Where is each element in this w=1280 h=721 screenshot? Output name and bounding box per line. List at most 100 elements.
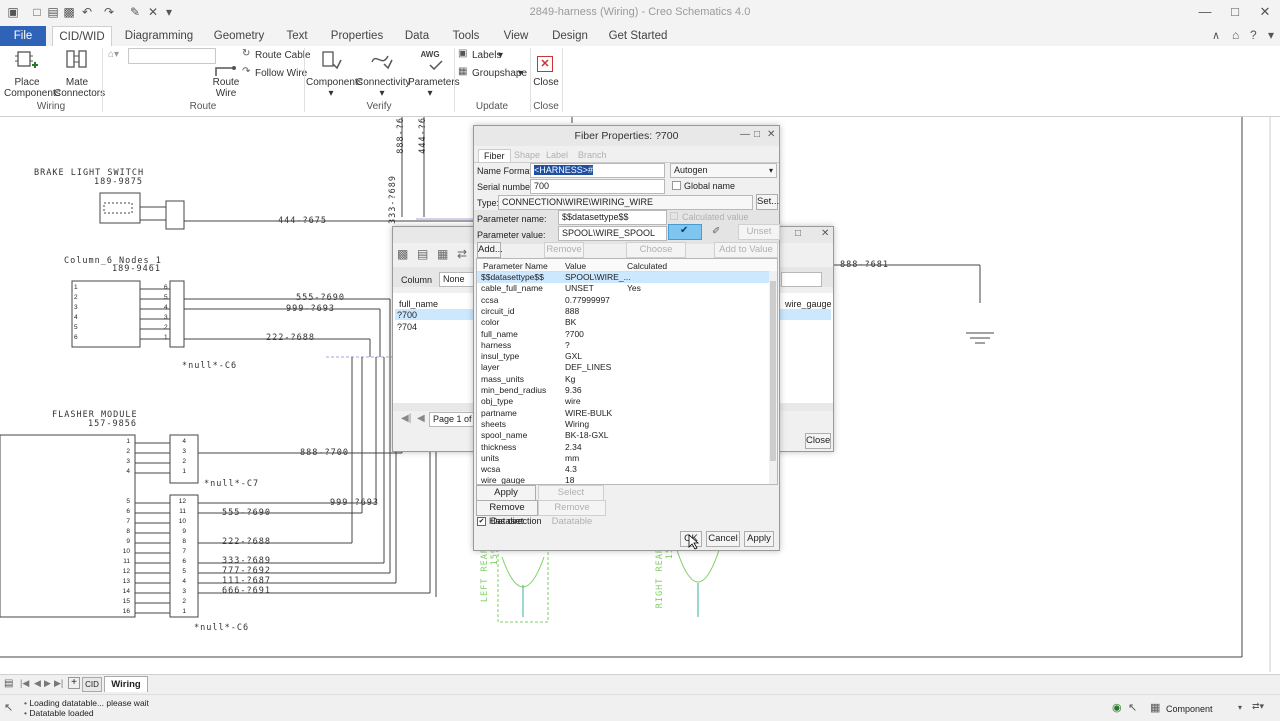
cancel-button[interactable]: Cancel [706, 531, 740, 547]
eraser-icon[interactable]: ✐ [712, 226, 720, 237]
route-cable-button[interactable]: ↻ Route Cable [242, 48, 311, 62]
tab-properties[interactable]: Properties [326, 26, 388, 46]
groupshape-button[interactable]: ▦ Groupshape ▾ [458, 66, 528, 80]
remove-dataset-button[interactable]: Remove Dataset [476, 500, 538, 527]
tab-view[interactable]: View [498, 26, 534, 46]
tab-tools[interactable]: Tools [446, 26, 486, 46]
more-icon[interactable]: ▾ [1268, 28, 1274, 42]
tab-shape[interactable]: Shape [514, 150, 540, 160]
remove-parameter-button[interactable]: Remove [544, 242, 584, 258]
parameter-row[interactable]: full_name ?700 [477, 329, 769, 340]
tab-diagramming[interactable]: Diagramming [120, 26, 198, 46]
choose-value-button[interactable]: Choose Value... [626, 242, 686, 269]
parameter-row[interactable]: insul_type GXL [477, 351, 769, 362]
parameter-row[interactable]: harness? [477, 340, 769, 351]
datatable-first-page-icon[interactable]: ◀| [401, 413, 411, 424]
global-name-checkbox[interactable] [672, 181, 681, 190]
parameter-row[interactable]: spool_name BK-18-GXL [477, 430, 769, 441]
sheet-list-icon[interactable]: ▤ [4, 678, 13, 689]
parameter-table-scrollbar[interactable] [769, 271, 777, 484]
name-format-input[interactable]: <HARNESS># [530, 163, 665, 178]
connectivity-button[interactable]: Connectivity ▾ [356, 48, 410, 100]
parameter-name-input[interactable]: $$datasettype$$ [558, 210, 667, 225]
route-wire-button[interactable]: Route Wire [212, 64, 240, 100]
sheet-tab-cid[interactable]: CID [82, 677, 102, 692]
datatable-right-select[interactable] [781, 272, 822, 287]
parameter-row[interactable]: units mm [477, 453, 769, 464]
parameter-table[interactable]: Parameter Name Value Calculated $$datase… [476, 258, 778, 485]
datatable-refresh-icon[interactable]: ⇄ [457, 247, 467, 261]
datatable-save-icon[interactable]: ▩ [397, 247, 408, 261]
unset-button[interactable]: Unset [738, 224, 780, 240]
last-sheet-icon[interactable]: ▶| [54, 678, 63, 689]
minimize-icon[interactable]: — [1190, 3, 1220, 21]
tab-label[interactable]: Label [546, 150, 568, 160]
prev-sheet-icon[interactable]: ◀ [34, 678, 41, 689]
close-icon[interactable]: ✕ [1250, 3, 1280, 21]
status-options-icon[interactable]: ⇄▾ [1252, 701, 1264, 712]
parameter-row[interactable]: thickness 2.34 [477, 442, 769, 453]
remove-datatable-button[interactable]: Remove Datatable [538, 500, 606, 527]
labels-button[interactable]: ▣ Labels ▾ [458, 48, 518, 62]
parameter-row[interactable]: partname WIRE-BULK [477, 408, 769, 419]
datatable-insert-icon[interactable]: ▤ [417, 247, 428, 261]
filter-dropdown-icon[interactable]: ▾ [1238, 703, 1242, 712]
home-icon[interactable]: ⌂ [1232, 28, 1239, 42]
follow-wire-button[interactable]: ↷ Follow Wire [242, 66, 307, 80]
serial-number-input[interactable]: 700 [530, 179, 665, 194]
add-to-value-list-button[interactable]: Add to Value List [714, 242, 778, 269]
fiber-dialog-minimize-icon[interactable]: — [740, 129, 750, 140]
tab-geometry[interactable]: Geometry [208, 26, 270, 46]
parameter-row[interactable]: cable_full_name UNSET Yes [477, 283, 769, 294]
tab-data[interactable]: Data [400, 26, 434, 46]
scrollbar-thumb[interactable] [770, 281, 776, 461]
select-datatable-button[interactable]: Select Datatable... [538, 485, 604, 512]
parameter-row[interactable]: min_bend_radius 9.36 [477, 385, 769, 396]
parameter-row[interactable]: ccsa 0.77999997 [477, 295, 769, 306]
route-style-input[interactable] [128, 48, 216, 64]
tab-text[interactable]: Text [280, 26, 314, 46]
fiber-dialog-close-icon[interactable]: ✕ [767, 129, 775, 140]
route-style-icon[interactable]: ⌂▾ [108, 49, 119, 60]
next-sheet-icon[interactable]: ▶ [44, 678, 51, 689]
datatable-maximize-icon[interactable]: □ [795, 228, 801, 239]
datatable-row[interactable]: ?704 [397, 322, 417, 332]
tab-branch[interactable]: Branch [578, 150, 607, 160]
parameter-row[interactable]: circuit_id 888 [477, 306, 769, 317]
set-type-button[interactable]: Set... [756, 194, 779, 210]
parameter-row[interactable]: $$datasettype$$ SPOOL\WIRE_... [477, 272, 769, 284]
select-arrow-icon[interactable]: ↖ [1128, 701, 1137, 714]
parameter-row[interactable]: color BK [477, 317, 769, 328]
datatable-row-selected-right[interactable] [779, 309, 831, 320]
minimize-ribbon-icon[interactable]: ∧ [1212, 29, 1220, 42]
add-sheet-icon[interactable]: + [68, 677, 80, 689]
tab-fiber[interactable]: Fiber [478, 149, 511, 162]
fiber-dialog-maximize-icon[interactable]: □ [754, 129, 760, 140]
maximize-icon[interactable]: □ [1220, 3, 1250, 21]
parameter-value-input[interactable]: SPOOL\WIRE_SPOOL [558, 226, 667, 241]
parameter-row[interactable]: obj_type wire [477, 396, 769, 407]
datatable-close-button[interactable]: Close [805, 433, 831, 449]
parameter-row[interactable]: wire_gauge 18 [477, 475, 769, 484]
parameter-row[interactable]: sheets Wiring [477, 419, 769, 430]
tab-get-started[interactable]: Get Started [604, 26, 672, 46]
datatable-copy-icon[interactable]: ▦ [437, 247, 448, 261]
column-calculated[interactable]: Calculated [627, 261, 667, 271]
close-button[interactable]: ✕ Close [532, 48, 560, 100]
add-parameter-button[interactable]: Add... [477, 242, 503, 258]
parameter-row[interactable]: wcsa 4.3 [477, 464, 769, 475]
tab-file[interactable]: File [0, 26, 46, 46]
parameters-button[interactable]: AWG Parameters ▾ [408, 48, 460, 100]
name-mode-select[interactable]: Autogen ▾ [670, 163, 777, 178]
has-direction-checkbox[interactable]: ✔ [477, 517, 486, 526]
help-icon[interactable]: ? [1250, 28, 1257, 42]
tab-design[interactable]: Design [546, 26, 594, 46]
visibility-eye-icon[interactable]: ◉ [1112, 701, 1122, 714]
accept-value-button[interactable]: ✔ [668, 224, 702, 240]
tab-cid-wid[interactable]: CID/WID [52, 26, 112, 47]
parameter-row[interactable]: layer DEF_LINES [477, 362, 769, 373]
apply-button[interactable]: Apply [744, 531, 774, 547]
mate-connectors-button[interactable]: Mate Connectors [54, 48, 105, 100]
calculated-value-checkbox[interactable] [670, 212, 678, 220]
parameter-row[interactable]: mass_units Kg [477, 374, 769, 385]
